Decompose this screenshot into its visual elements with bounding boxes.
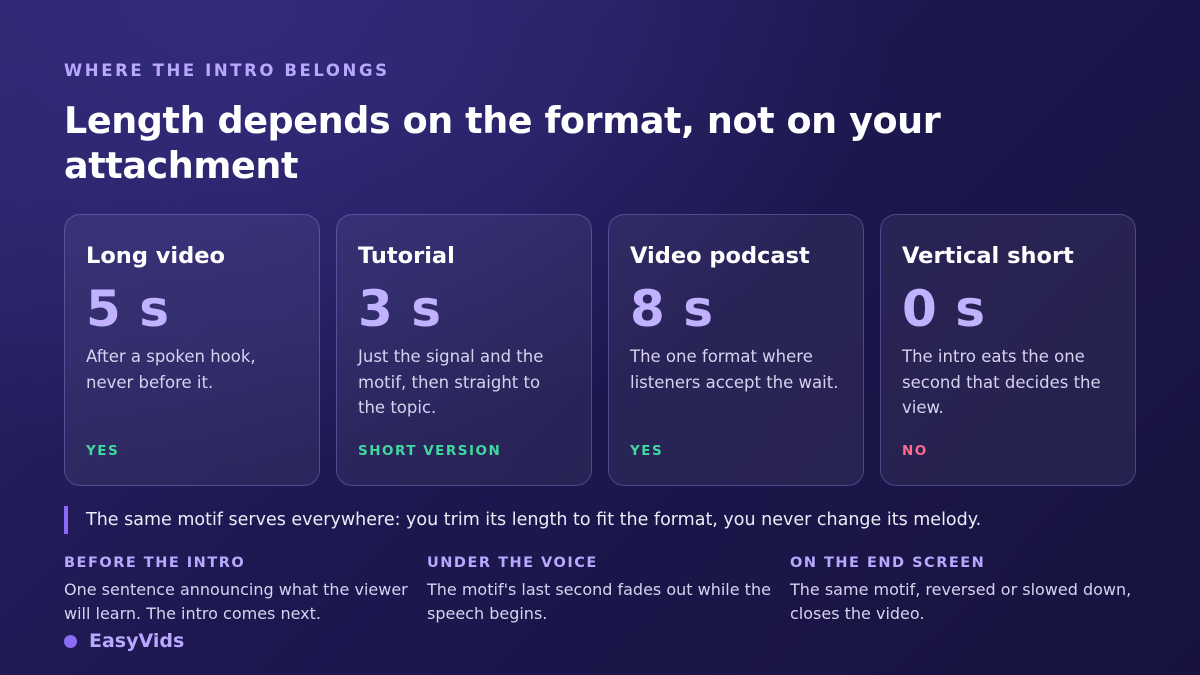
card-title: Long video (86, 243, 225, 269)
pull-quote: The same motif serves everywhere: you tr… (64, 506, 981, 534)
slide-title: Length depends on the format, not on you… (64, 99, 941, 187)
card-description: Just the signal and the motif, then stra… (358, 347, 544, 417)
card-title: Video podcast (630, 243, 810, 269)
card-status: NO (902, 443, 928, 459)
card-duration: 5 s (86, 280, 170, 338)
card-title: Vertical short (902, 243, 1074, 269)
tip-heading: BEFORE THE INTRO (64, 555, 246, 571)
format-card-tutorial: Tutorial 3 s Just the signal and the mot… (336, 214, 592, 486)
tips-columns: BEFORE THE INTRO One sentence announcing… (64, 553, 1153, 626)
card-status: YES (630, 443, 664, 459)
brand-logo: EasyVids (64, 628, 184, 654)
card-status: YES (86, 443, 120, 459)
tip-column: BEFORE THE INTRO One sentence announcing… (64, 553, 427, 626)
card-duration: 3 s (358, 280, 442, 338)
format-card-vertical-short: Vertical short 0 s The intro eats the on… (880, 214, 1136, 486)
card-description: The intro eats the one second that decid… (902, 347, 1101, 417)
brand-name: EasyVids (89, 630, 185, 652)
tip-column: ON THE END SCREEN The same motif, revers… (790, 553, 1153, 626)
card-title: Tutorial (358, 243, 455, 269)
card-description: After a spoken hook, never before it. (86, 347, 256, 392)
tip-column: UNDER THE VOICE The motif's last second … (427, 553, 790, 626)
card-description: The one format where listeners accept th… (630, 347, 839, 392)
format-cards: Long video 5 s After a spoken hook, neve… (64, 214, 1136, 486)
tip-text: The same motif, reversed or slowed down,… (790, 580, 1132, 623)
eyebrow-label: WHERE THE INTRO BELONGS (64, 61, 390, 80)
tip-text: The motif's last second fades out while … (427, 580, 771, 623)
brand-dot-icon (64, 634, 77, 648)
tip-text: One sentence announcing what the viewer … (64, 580, 408, 623)
tip-heading: ON THE END SCREEN (790, 555, 986, 571)
card-duration: 0 s (902, 280, 986, 338)
card-duration: 8 s (630, 280, 714, 338)
format-card-long-video: Long video 5 s After a spoken hook, neve… (64, 214, 320, 486)
tip-heading: UNDER THE VOICE (427, 555, 598, 571)
format-card-video-podcast: Video podcast 8 s The one format where l… (608, 214, 864, 486)
card-status: SHORT VERSION (358, 443, 502, 459)
